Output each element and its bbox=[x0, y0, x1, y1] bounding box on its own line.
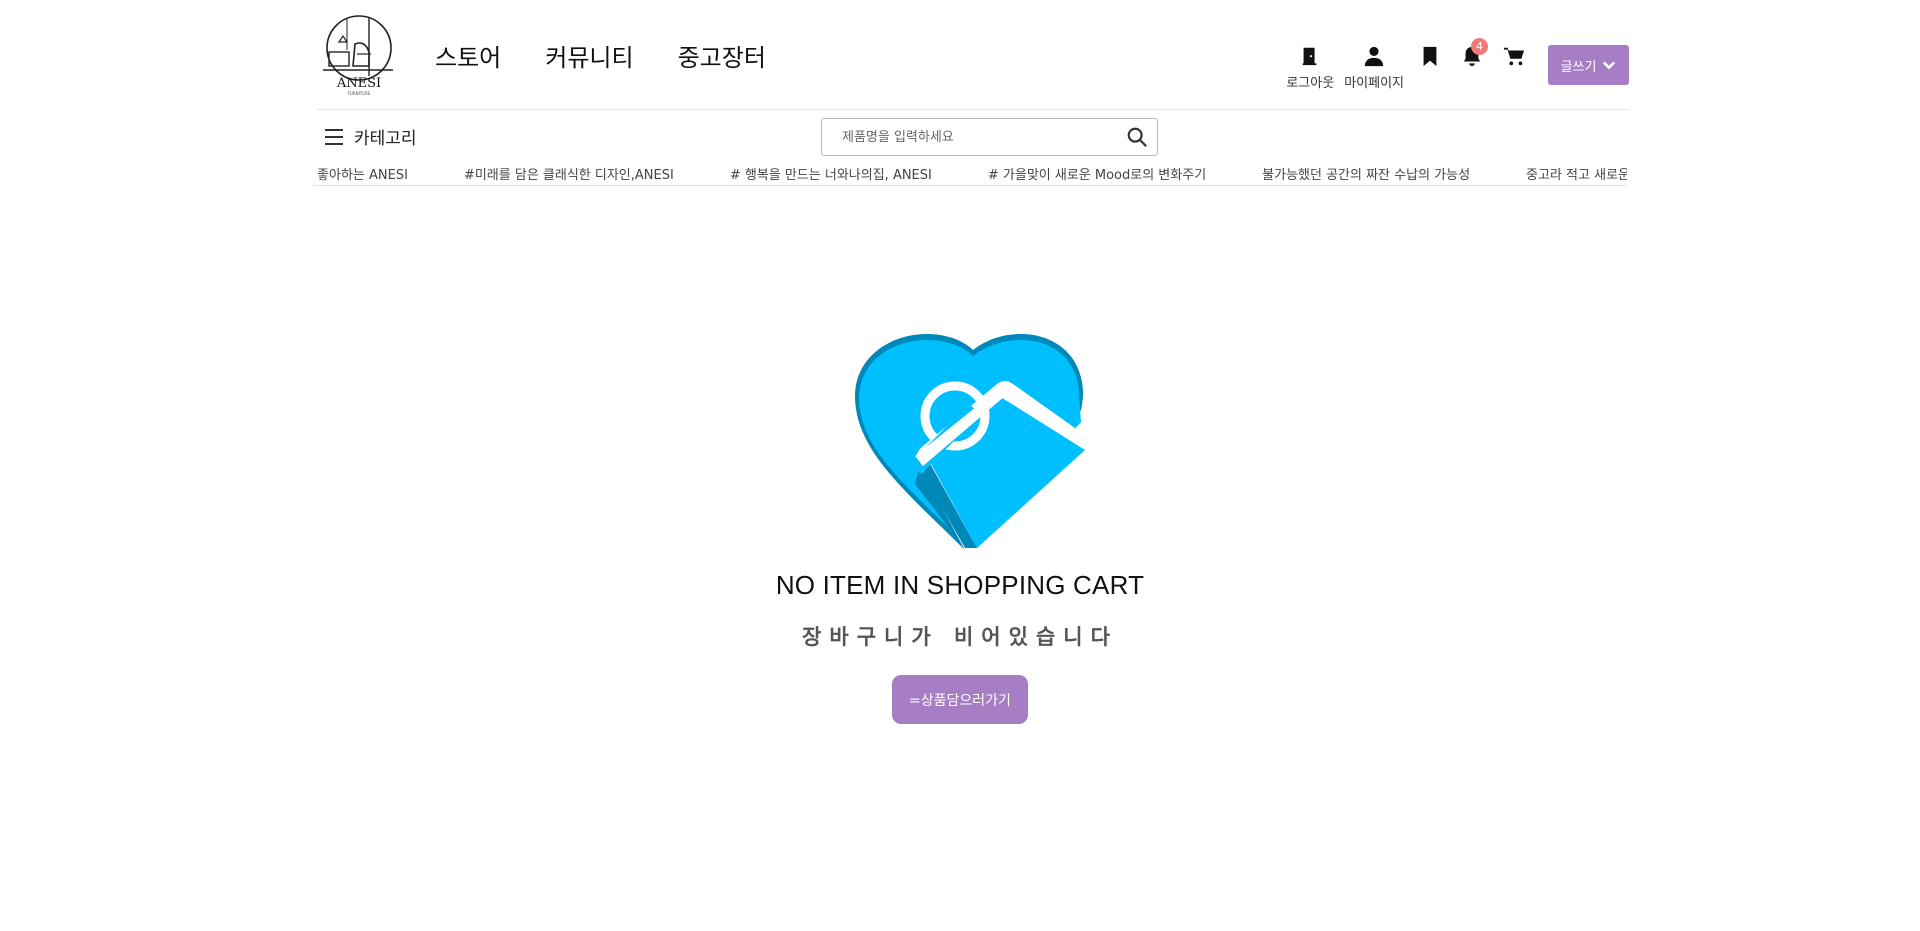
ticker-track: 치도 좋아하는 ANESI #미래를 담은 클래식한 디자인,ANESI # 행… bbox=[313, 164, 1627, 183]
category-menu-button[interactable]: 카테고리 bbox=[324, 124, 417, 149]
empty-cart-section: NO ITEM IN SHOPPING CART 장바구니가 비어있습니다 =상… bbox=[0, 334, 1920, 724]
logout-label: 로그아웃 bbox=[1286, 76, 1335, 91]
svg-text:ANESI: ANESI bbox=[336, 76, 381, 91]
nav-used-market[interactable]: 중고장터 bbox=[678, 38, 766, 73]
bookmark-button[interactable] bbox=[1416, 44, 1444, 68]
sub-bar: 카테고리 bbox=[317, 110, 1629, 158]
cart-icon bbox=[1500, 44, 1528, 68]
ticker-item[interactable]: #미래를 담은 클래식한 디자인,ANESI bbox=[464, 164, 674, 183]
hashtag-ticker: 치도 좋아하는 ANESI #미래를 담은 클래식한 디자인,ANESI # 행… bbox=[313, 164, 1627, 186]
nav-community[interactable]: 커뮤니티 bbox=[545, 38, 633, 73]
search-box bbox=[821, 118, 1158, 156]
write-button-label: 글쓰기 bbox=[1560, 59, 1597, 75]
ticker-item[interactable]: # 가을맞이 새로운 Mood로의 변화주기 bbox=[988, 164, 1206, 183]
logo-mark-icon: ANESI FURNITURE bbox=[323, 15, 393, 96]
logout-button[interactable]: 로그아웃 bbox=[1286, 44, 1334, 91]
ticker-item[interactable]: 불가능했던 공간의 짜잔 수납의 가능성 bbox=[1262, 164, 1470, 183]
search-input[interactable] bbox=[822, 119, 1117, 155]
cart-button[interactable] bbox=[1500, 44, 1528, 68]
user-icon bbox=[1360, 44, 1388, 68]
anesi-logo[interactable]: ANESI FURNITURE bbox=[317, 14, 401, 98]
user-utilities: 로그아웃 마이페이지 4 글쓰기 bbox=[1286, 38, 1629, 91]
hamburger-icon bbox=[325, 128, 343, 145]
ticker-item[interactable]: # 행복을 만드는 너와나의집, ANESI bbox=[730, 164, 932, 183]
empty-cart-title: NO ITEM IN SHOPPING CART bbox=[775, 570, 1145, 600]
bell-icon: 4 bbox=[1458, 38, 1488, 68]
chevron-down-icon bbox=[1603, 61, 1616, 70]
heart-shopping-bag-icon bbox=[855, 334, 1089, 554]
go-shopping-button[interactable]: =상품담으러가기 bbox=[892, 675, 1028, 724]
door-icon bbox=[1296, 44, 1324, 68]
mypage-button[interactable]: 마이페이지 bbox=[1344, 44, 1404, 91]
category-label: 카테고리 bbox=[354, 129, 417, 149]
bookmark-icon bbox=[1416, 44, 1444, 68]
empty-cart-subtitle: 장바구니가 비어있습니다 bbox=[802, 625, 1118, 649]
main-nav: 스토어 커뮤니티 중고장터 bbox=[435, 38, 766, 73]
notification-button[interactable]: 4 bbox=[1458, 38, 1488, 68]
ticker-item[interactable]: 치도 좋아하는 ANESI bbox=[313, 164, 408, 183]
ticker-item[interactable]: 중고라 적고 새로운 트렌드라 bbox=[1526, 164, 1627, 183]
write-button[interactable]: 글쓰기 bbox=[1548, 45, 1629, 85]
search-icon[interactable] bbox=[1117, 126, 1157, 148]
mypage-label: 마이페이지 bbox=[1344, 76, 1404, 91]
nav-store[interactable]: 스토어 bbox=[435, 38, 501, 73]
svg-text:FURNITURE: FURNITURE bbox=[348, 91, 371, 96]
notification-badge: 4 bbox=[1471, 38, 1488, 55]
site-header: ANESI FURNITURE 스토어 커뮤니티 중고장터 로그아웃 마이페이지 bbox=[317, 0, 1629, 110]
